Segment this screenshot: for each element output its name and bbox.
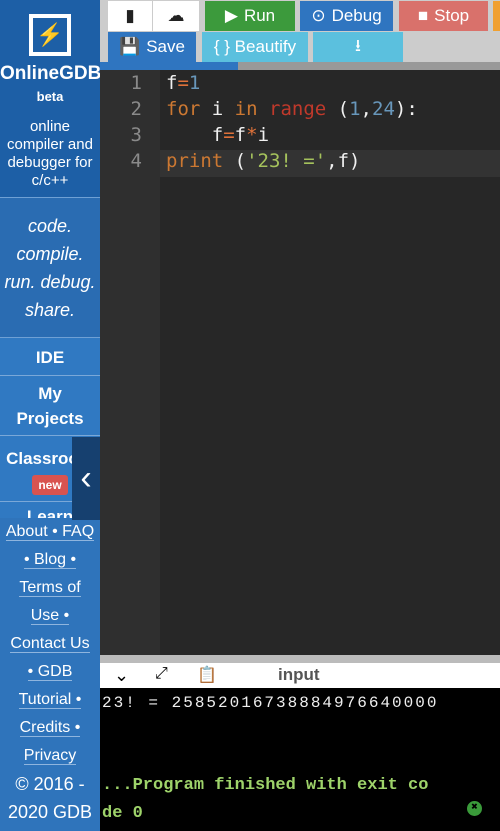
code-line[interactable]: f=f*i	[166, 124, 269, 146]
run-label: Run	[243, 6, 276, 25]
finished-message-2: de 0	[102, 804, 143, 823]
collapse-sidebar-button[interactable]: ‹	[72, 437, 100, 520]
link-about-faq[interactable]: About • FAQ	[5, 523, 95, 541]
tagline-line: code.	[27, 216, 73, 236]
footer-links: About • FAQ • Blog • Terms of Use • Cont…	[0, 518, 100, 826]
extra-button-edge[interactable]	[493, 1, 500, 31]
code-token: print	[166, 150, 224, 172]
code-token: for	[166, 98, 201, 120]
copyright-line2: 2020 GDB	[7, 802, 93, 822]
output-toolbar: ⌄ ⤢ 📋 input	[100, 663, 500, 688]
expand-icon[interactable]: ⤢	[155, 665, 168, 683]
link-terms-use[interactable]: Use •	[30, 607, 70, 625]
code-token: =	[177, 72, 189, 94]
code-token: =	[223, 124, 235, 146]
save-icon: 💾	[119, 37, 141, 56]
code-token: 24	[372, 98, 395, 120]
brand-description: online compiler and debugger for c/c++	[7, 118, 93, 190]
tagline: code. compile. run. debug. share.	[0, 198, 100, 338]
link-terms[interactable]: Terms of	[19, 579, 81, 597]
code-token: (	[326, 98, 350, 120]
new-badge: new	[32, 475, 68, 495]
link-contact[interactable]: Contact Us	[10, 635, 90, 653]
debug-button[interactable]: ⊙ Debug	[300, 1, 393, 31]
code-token: i	[200, 98, 235, 120]
code-token: 1	[188, 72, 201, 94]
stop-label: Stop	[434, 6, 470, 25]
output-result: 23! = 25852016738884976640000	[102, 694, 439, 712]
active-tab-indicator[interactable]	[100, 62, 238, 70]
line-number: 3	[130, 124, 142, 146]
code-token: i	[257, 124, 270, 146]
lightning-logo-icon[interactable]: ⚡	[29, 14, 71, 56]
debug-label: Debug	[331, 6, 382, 25]
new-file-button[interactable]: ▮	[108, 1, 152, 31]
play-icon: ▶	[224, 6, 238, 25]
brand: ⚡ OnlineGDB beta online compiler and deb…	[0, 0, 100, 198]
download-icon: ⭳	[355, 35, 361, 55]
code-editor[interactable]: 1 f=1 2 for i in range (1,24): 3 f=f*i 4 print…	[100, 70, 500, 655]
line-number: 2	[130, 98, 142, 120]
copyright: © 2016 -	[15, 774, 85, 794]
cloud-upload-icon: ☁	[167, 6, 185, 25]
tagline-line: share.	[24, 300, 76, 320]
code-token: f	[166, 124, 224, 146]
line-number: 1	[130, 72, 142, 94]
run-button[interactable]: ▶ Run	[205, 1, 295, 31]
clipboard-icon[interactable]: 📋	[197, 665, 217, 685]
link-blog[interactable]: • Blog •	[23, 551, 77, 569]
link-gdb[interactable]: • GDB	[27, 663, 73, 681]
beautify-label: { } Beautify	[213, 37, 297, 56]
code-token: ):	[394, 98, 418, 120]
code-token: in	[234, 98, 258, 120]
code-token: *	[246, 124, 258, 146]
upload-button[interactable]: ☁	[153, 1, 199, 31]
file-icon: ▮	[125, 6, 135, 25]
stop-icon: ■	[417, 6, 429, 25]
link-privacy[interactable]: Privacy	[23, 747, 77, 765]
input-tab[interactable]: input	[278, 665, 320, 685]
beautify-button[interactable]: { } Beautify	[202, 32, 308, 62]
code-line[interactable]: print ('23! =',f)	[166, 150, 361, 172]
save-button[interactable]: 💾 Save	[108, 32, 196, 62]
line-number: 4	[130, 150, 142, 172]
close-circle-icon[interactable]: ✖	[467, 801, 482, 816]
stop-button[interactable]: ■ Stop	[399, 1, 488, 31]
chevron-left-icon: ‹	[80, 459, 92, 497]
brand-name[interactable]: OnlineGDB beta	[0, 62, 100, 114]
tab-bar	[100, 62, 500, 70]
finished-message: ...Program finished with exit co	[102, 776, 429, 795]
debug-icon: ⊙	[311, 6, 326, 25]
code-token: f	[166, 72, 178, 94]
link-tutorial[interactable]: Tutorial •	[18, 691, 82, 709]
code-token: f	[234, 124, 247, 146]
save-label: Save	[146, 37, 185, 56]
code-token: range	[269, 98, 327, 120]
code-token: (	[223, 150, 247, 172]
tagline-line: compile.	[16, 244, 84, 264]
tagline-line: run. debug.	[4, 272, 96, 292]
code-line[interactable]: f=1	[166, 72, 200, 94]
resize-handle[interactable]	[100, 655, 500, 663]
code-token: '23! ='	[246, 150, 327, 172]
download-button[interactable]: ⭳	[313, 32, 403, 62]
chevron-down-icon[interactable]: ⌄	[114, 665, 129, 686]
sidebar: ⚡ OnlineGDB beta online compiler and deb…	[0, 0, 100, 831]
code-token: 1	[349, 98, 361, 120]
code-token: ,	[360, 98, 372, 120]
nav-ide[interactable]: IDE	[0, 338, 100, 376]
link-credits[interactable]: Credits •	[19, 719, 81, 737]
nav-my-projects[interactable]: My Projects	[0, 376, 100, 436]
code-line[interactable]: for i in range (1,24):	[166, 98, 418, 120]
output-console[interactable]: 23! = 25852016738884976640000 ...Program…	[100, 688, 500, 831]
code-token: ,f)	[326, 150, 361, 172]
